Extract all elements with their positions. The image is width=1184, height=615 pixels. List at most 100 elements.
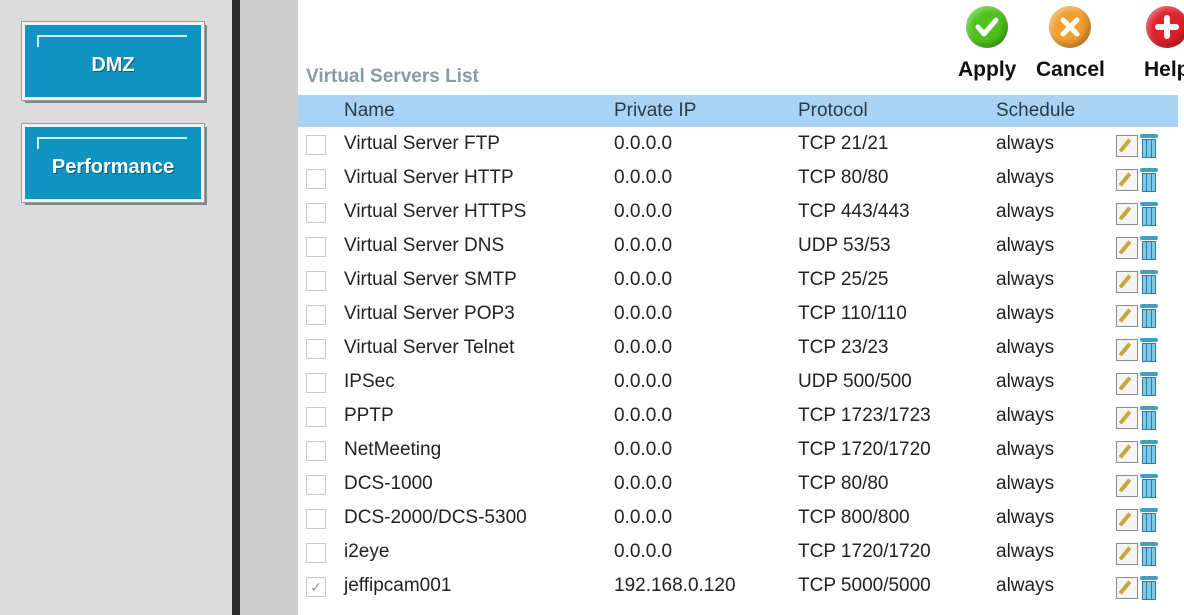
cancel-x-icon: [1049, 6, 1092, 48]
row-name: Virtual Server POP3: [344, 303, 515, 324]
performance-button[interactable]: Performance: [22, 124, 204, 202]
row-name: Virtual Server HTTP: [344, 167, 514, 188]
trash-icon[interactable]: [1140, 508, 1158, 532]
apply-button[interactable]: Apply: [958, 6, 1016, 82]
table-row: Virtual Server Telnet 0.0.0.0 TCP 23/23 alw…: [298, 331, 1178, 365]
row-name: i2eye: [344, 541, 390, 562]
row-checkbox[interactable]: [306, 543, 326, 563]
row-checkbox[interactable]: [306, 475, 326, 495]
row-protocol: TCP 110/110: [798, 303, 907, 324]
table-row: IPSec 0.0.0.0 UDP 500/500 always: [298, 365, 1178, 399]
row-protocol: TCP 80/80: [798, 167, 889, 188]
edit-icon[interactable]: [1116, 237, 1138, 259]
performance-button-label: Performance: [51, 155, 175, 178]
trash-icon[interactable]: [1140, 134, 1158, 158]
row-name: IPSec: [344, 371, 395, 392]
row-private-ip: 0.0.0.0: [614, 269, 673, 290]
table-row: DCS-2000/DCS-5300 0.0.0.0 TCP 800/800 alway…: [298, 501, 1178, 535]
row-checkbox[interactable]: [306, 305, 326, 325]
row-checkbox[interactable]: [306, 373, 326, 393]
main-content: Virtual Servers List Apply Cancel Help N…: [298, 0, 1184, 615]
virtual-servers-table: Name Private IP Protocol Schedule Virtua…: [298, 95, 1178, 603]
row-checkbox[interactable]: [306, 339, 326, 359]
row-private-ip: 0.0.0.0: [614, 337, 673, 358]
row-checkbox[interactable]: [306, 203, 326, 223]
edit-icon[interactable]: [1116, 577, 1138, 599]
edit-icon[interactable]: [1116, 441, 1138, 463]
help-button[interactable]: Help: [1144, 6, 1184, 82]
edit-icon[interactable]: [1116, 543, 1138, 565]
apply-label: Apply: [958, 58, 1017, 81]
table-row: Virtual Server HTTPS 0.0.0.0 TCP 443/443 al…: [298, 195, 1178, 229]
trash-icon[interactable]: [1140, 474, 1158, 498]
row-private-ip: 0.0.0.0: [614, 201, 673, 222]
edit-icon[interactable]: [1116, 135, 1138, 157]
trash-icon[interactable]: [1140, 338, 1158, 362]
help-label: Help: [1144, 58, 1184, 81]
trash-icon[interactable]: [1140, 406, 1158, 430]
edit-icon[interactable]: [1116, 475, 1138, 497]
row-name: Virtual Server DNS: [344, 235, 505, 256]
edit-icon[interactable]: [1116, 203, 1138, 225]
row-checkbox[interactable]: [306, 441, 326, 461]
trash-icon[interactable]: [1140, 236, 1158, 260]
row-checkbox[interactable]: [306, 407, 326, 427]
row-checkbox[interactable]: [306, 509, 326, 529]
sidebar: DMZ Performance: [0, 0, 232, 615]
row-checkbox[interactable]: [306, 237, 326, 257]
row-protocol: TCP 443/443: [798, 201, 910, 222]
trash-icon[interactable]: [1140, 270, 1158, 294]
row-checkbox[interactable]: [306, 271, 326, 291]
row-protocol: TCP 80/80: [798, 473, 889, 494]
edit-icon[interactable]: [1116, 407, 1138, 429]
table-row: Virtual Server DNS 0.0.0.0 UDP 53/53 always: [298, 229, 1178, 263]
row-private-ip: 0.0.0.0: [614, 473, 673, 494]
row-schedule: always: [996, 541, 1055, 562]
row-name: Virtual Server HTTPS: [344, 201, 527, 222]
edit-icon[interactable]: [1116, 373, 1138, 395]
cancel-button[interactable]: Cancel: [1036, 6, 1105, 82]
table-row: NetMeeting 0.0.0.0 TCP 1720/1720 always: [298, 433, 1178, 467]
row-schedule: always: [996, 439, 1055, 460]
column-header-name: Name: [344, 100, 395, 121]
table-body: Virtual Server FTP 0.0.0.0 TCP 21/21 always…: [298, 127, 1178, 603]
row-protocol: TCP 1723/1723: [798, 405, 931, 426]
edit-icon[interactable]: [1116, 305, 1138, 327]
edit-icon[interactable]: [1116, 509, 1138, 531]
row-name: Virtual Server FTP: [344, 133, 500, 154]
row-private-ip: 0.0.0.0: [614, 541, 673, 562]
trash-icon[interactable]: [1140, 440, 1158, 464]
row-schedule: always: [996, 575, 1055, 596]
trash-icon[interactable]: [1140, 576, 1158, 600]
row-checkbox[interactable]: [306, 135, 326, 155]
row-private-ip: 0.0.0.0: [614, 303, 673, 324]
column-header-schedule: Schedule: [996, 100, 1076, 121]
gutter: [240, 0, 298, 615]
dmz-button-label: DMZ: [91, 53, 135, 76]
trash-icon[interactable]: [1140, 202, 1158, 226]
dmz-button[interactable]: DMZ: [22, 22, 204, 100]
apply-check-icon: [966, 6, 1009, 48]
trash-icon[interactable]: [1140, 304, 1158, 328]
row-checkbox[interactable]: ✓: [306, 577, 326, 597]
row-protocol: TCP 1720/1720: [798, 439, 931, 460]
row-checkbox[interactable]: [306, 169, 326, 189]
row-name: jeffipcam001: [344, 575, 452, 596]
table-row: Virtual Server SMTP 0.0.0.0 TCP 25/25 alway…: [298, 263, 1178, 297]
edit-icon[interactable]: [1116, 169, 1138, 191]
row-schedule: always: [996, 337, 1055, 358]
row-name: DCS-2000/DCS-5300: [344, 507, 527, 528]
row-name: Virtual Server SMTP: [344, 269, 517, 290]
trash-icon[interactable]: [1140, 542, 1158, 566]
row-private-ip: 0.0.0.0: [614, 167, 673, 188]
trash-icon[interactable]: [1140, 168, 1158, 192]
edit-icon[interactable]: [1116, 339, 1138, 361]
trash-icon[interactable]: [1140, 372, 1158, 396]
column-header-protocol: Protocol: [798, 100, 868, 121]
row-schedule: always: [996, 473, 1055, 494]
cancel-label: Cancel: [1036, 58, 1105, 81]
row-schedule: always: [996, 405, 1055, 426]
edit-icon[interactable]: [1116, 271, 1138, 293]
row-private-ip: 0.0.0.0: [614, 235, 673, 256]
row-private-ip: 0.0.0.0: [614, 507, 673, 528]
